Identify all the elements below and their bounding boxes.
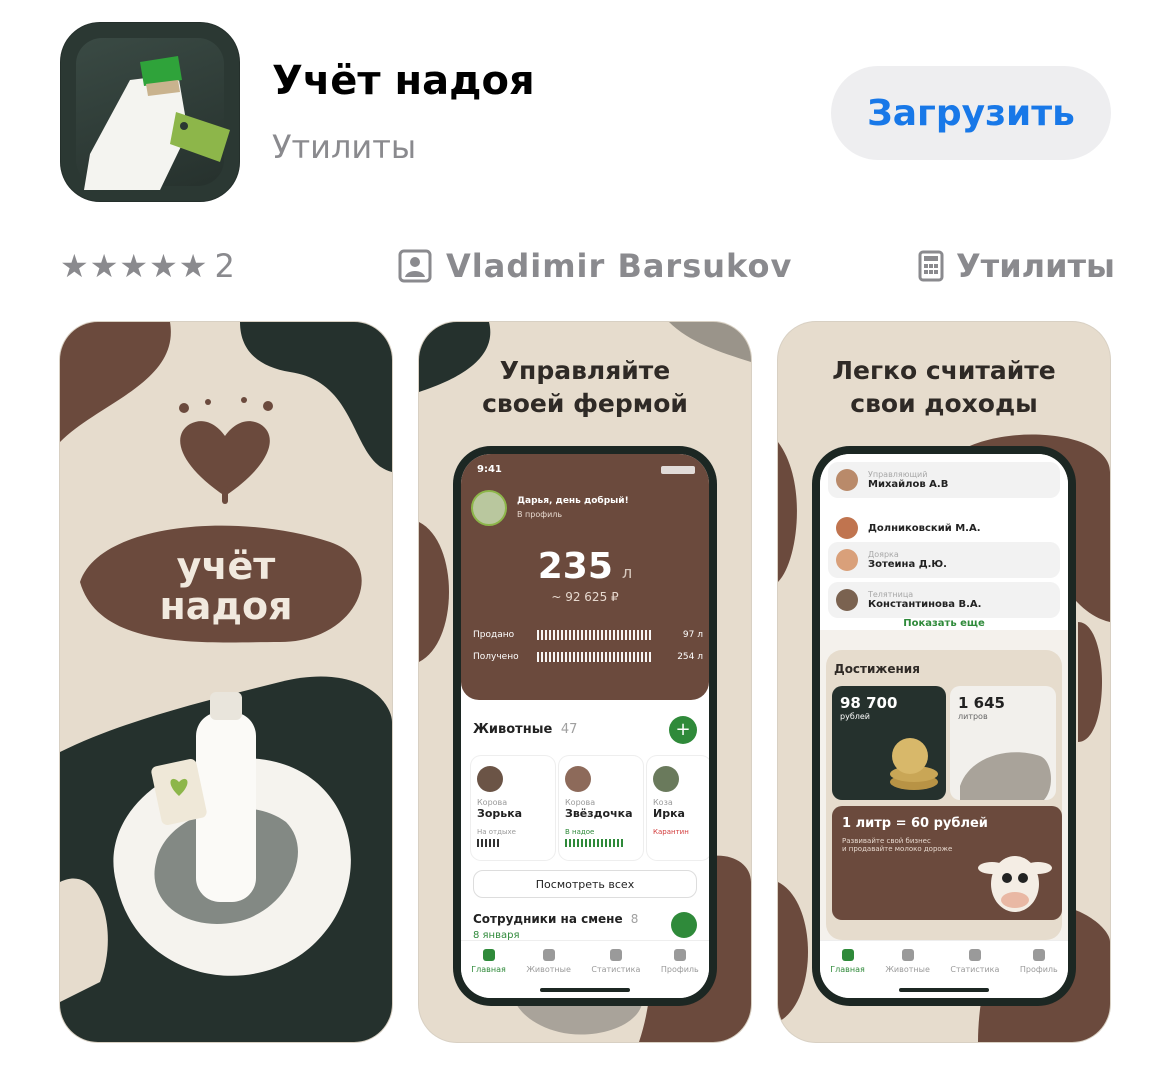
rating[interactable]: ★★★★★ 2 (60, 244, 235, 288)
staff-row[interactable]: Телятница Константинова В.А. (828, 582, 1060, 618)
tab-home[interactable]: Главная (471, 949, 506, 998)
staff-row[interactable]: Долниковский М.А. (828, 510, 1060, 546)
developer-icon (398, 249, 432, 283)
animal-card[interactable]: Корова Зорька На отдыхе (471, 756, 555, 860)
view-all-button[interactable]: Посмотреть всех (473, 870, 697, 898)
screenshot-2[interactable]: Управляйте своей фермой 9:41 Дарья, день… (419, 322, 751, 1042)
screenshot-headline: Управляйте своей фермой (482, 356, 688, 418)
staff-row[interactable]: Управляющий Михайлов А.В (828, 462, 1060, 498)
total-milk-value: 235 (537, 546, 613, 587)
calendar-icon[interactable] (671, 912, 697, 938)
tab-home[interactable]: Главная (830, 949, 865, 998)
home-indicator (540, 988, 630, 992)
animal-card[interactable]: Коза Ирка Карантин (647, 756, 709, 860)
greeting: Дарья, день добрый! (517, 496, 629, 506)
category-name: Утилиты (956, 247, 1115, 285)
screenshot-1[interactable]: учёт надоя (60, 322, 392, 1042)
summary-card: 9:41 Дарья, день добрый! В профиль 235 л… (461, 454, 709, 700)
developer[interactable]: Vladimir Barsukov (398, 244, 792, 288)
achievements-panel: Достижения 98 700 рублей 1 645 литров 1 … (826, 650, 1062, 940)
sold-row: Продано 97 л (473, 630, 703, 640)
coins-icon (890, 738, 938, 790)
total-milk-unit: л (622, 563, 633, 582)
cow-mascot-icon (978, 856, 1052, 912)
screenshot-headline: Легко считайте свои доходы (832, 356, 1056, 418)
app-icon (60, 22, 240, 202)
tab-profile[interactable]: Профиль (661, 949, 699, 998)
phone-frame: Управляющий Михайлов А.В Долниковский М.А… (812, 446, 1076, 1006)
status-time: 9:41 (477, 464, 502, 475)
achievements-title: Достижения (834, 662, 920, 676)
tab-profile[interactable]: Профиль (1020, 949, 1058, 998)
rating-count: 2 (214, 247, 235, 285)
achievement-liters: 1 645 литров (950, 686, 1056, 800)
staff-row[interactable]: Доярка Зотеина Д.Ю. (828, 542, 1060, 578)
promo-card[interactable]: 1 литр = 60 рублей Развивайте свой бизне… (832, 806, 1062, 920)
milk-splash-image (113, 692, 351, 976)
milk-bottle-icon (84, 56, 230, 190)
heart-logo-icon (179, 397, 273, 504)
app-category: Утилиты (272, 128, 417, 166)
phone-screen: Управляющий Михайлов А.В Долниковский М.А… (820, 454, 1068, 998)
profile-link[interactable]: В профиль (517, 510, 562, 519)
app-title: Учёт надоя (272, 58, 535, 104)
animals-list: Корова Зорька На отдыхе Корова Звёздочка… (471, 756, 709, 866)
avatar[interactable] (471, 490, 507, 526)
phone-frame: 9:41 Дарья, день добрый! В профиль 235 л… (453, 446, 717, 1006)
staff-list: Управляющий Михайлов А.В Долниковский М.А… (820, 454, 1068, 630)
status-icons (661, 466, 695, 474)
home-indicator (899, 988, 989, 992)
total-money: ~ 92 625 ₽ (551, 590, 619, 604)
staff-title: Сотрудники на смене 8 (473, 912, 639, 926)
category-link[interactable]: Утилиты (918, 244, 1115, 288)
received-row: Получено 254 л (473, 652, 703, 662)
add-animal-button[interactable]: + (669, 716, 697, 744)
app-logo-text: учёт надоя (159, 544, 293, 628)
calculator-icon (918, 250, 944, 282)
achievement-money: 98 700 рублей (832, 686, 946, 800)
phone-screen: 9:41 Дарья, день добрый! В профиль 235 л… (461, 454, 709, 998)
screenshot-3[interactable]: Легко считайте свои доходы Управляющий Ми… (778, 322, 1110, 1042)
animal-card[interactable]: Корова Звёздочка В надое (559, 756, 643, 860)
developer-name: Vladimir Barsukov (446, 247, 793, 285)
cow-spot-decoration (960, 752, 1051, 800)
rating-stars: ★★★★★ (60, 247, 209, 285)
show-more-link[interactable]: Показать еще (820, 618, 1068, 629)
get-button[interactable]: Загрузить (831, 66, 1111, 160)
animals-title: Животные 47 (473, 722, 578, 737)
